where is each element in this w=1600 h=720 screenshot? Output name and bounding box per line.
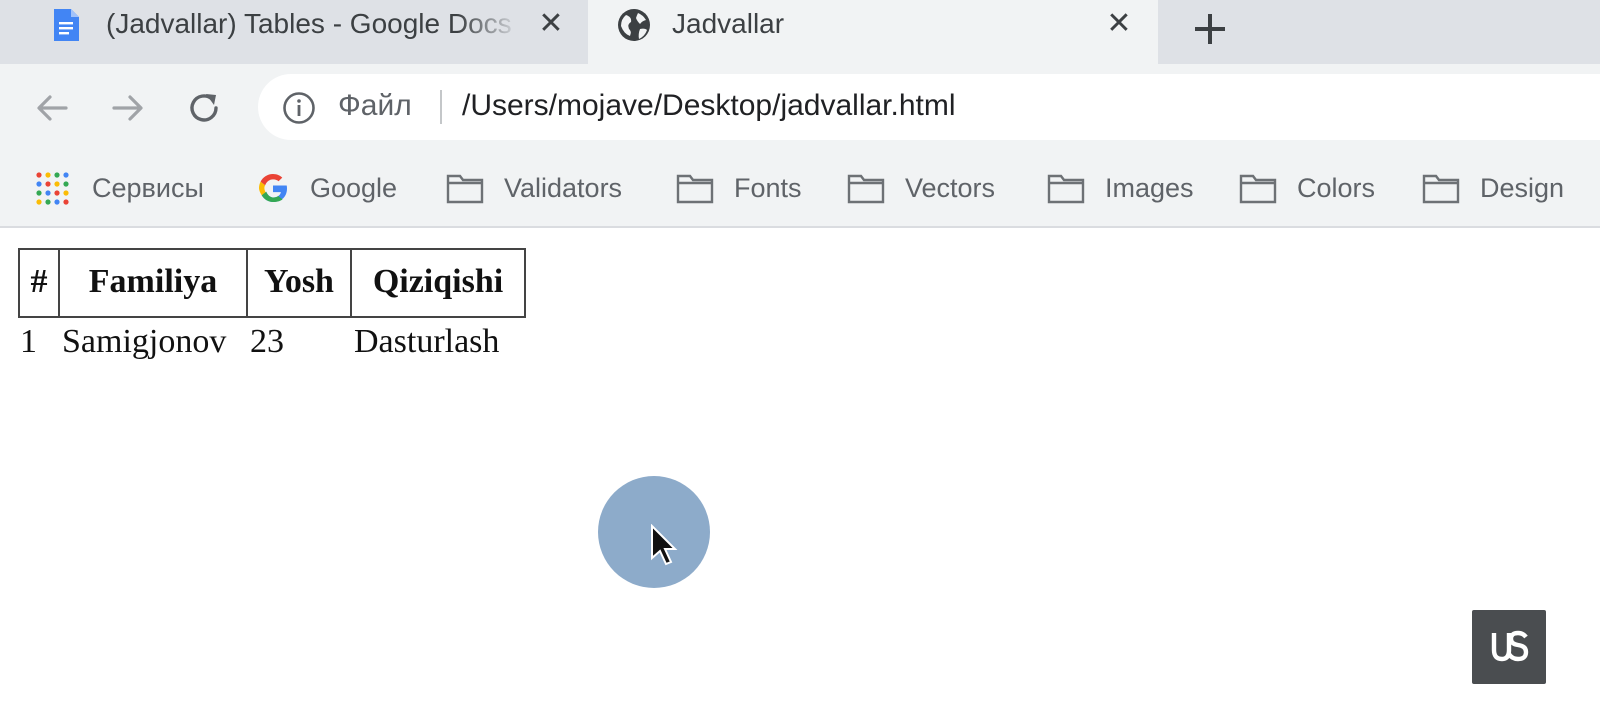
header-cell-qiziqishi: Qiziqishi — [352, 248, 526, 318]
url-text[interactable]: /Users/mojave/Desktop/jadvallar.html — [462, 88, 956, 124]
folder-icon — [847, 174, 885, 204]
bookmark-label: Сервисы — [92, 173, 204, 203]
google-docs-icon — [54, 9, 79, 41]
data-table: # Familiya Yosh Qiziqishi 1 Samigjonov 2… — [18, 248, 526, 366]
divider — [440, 90, 442, 124]
bookmark-folder-vectors[interactable]: Vectors — [847, 168, 995, 208]
bookmarks-bar: Сервисы Google Validators Fonts Vectors … — [0, 152, 1600, 228]
folder-icon — [446, 174, 484, 204]
us-logo-icon — [1491, 630, 1529, 662]
bookmark-label: Google — [310, 173, 398, 203]
table-cell: Samigjonov — [62, 323, 227, 360]
folder-icon — [1239, 174, 1277, 204]
watermark-logo — [1472, 610, 1546, 684]
page-viewport: # Familiya Yosh Qiziqishi 1 Samigjonov 2… — [0, 228, 1600, 720]
bookmark-label: Design — [1480, 173, 1565, 203]
folder-icon — [1047, 174, 1085, 204]
tab-google-docs[interactable]: (Jadvallar) Tables - Google Docs ✕ — [0, 0, 588, 64]
google-g-icon — [259, 174, 287, 202]
folder-icon — [1422, 174, 1460, 204]
file-scheme-label: Файл — [338, 89, 412, 122]
table-cell: Dasturlash — [354, 323, 500, 360]
bookmark-folder-fonts[interactable]: Fonts — [676, 168, 802, 208]
table-row: 1 Samigjonov 23 Dasturlash — [18, 318, 526, 366]
bookmark-services[interactable]: Сервисы — [34, 168, 204, 208]
apps-grid-icon — [36, 172, 69, 205]
plus-icon — [1195, 14, 1225, 44]
bookmark-label: Images — [1105, 173, 1194, 203]
tab-title: (Jadvallar) Tables - Google Docs — [106, 8, 512, 39]
globe-icon — [618, 9, 650, 41]
bookmark-label: Colors — [1297, 173, 1376, 203]
tab-jadvallar[interactable]: Jadvallar ✕ — [588, 0, 1158, 64]
address-bar[interactable]: Файл /Users/mojave/Desktop/jadvallar.htm… — [258, 74, 1600, 140]
tab-title: Jadvallar — [672, 8, 785, 39]
bookmark-label: Fonts — [734, 173, 802, 203]
bookmark-label: Validators — [504, 173, 623, 203]
bookmark-google[interactable]: Google — [256, 168, 397, 208]
bookmark-label: Vectors — [905, 173, 996, 203]
table-cell: 1 — [20, 323, 37, 360]
back-arrow-icon[interactable] — [30, 86, 74, 130]
forward-arrow-icon[interactable] — [106, 86, 150, 130]
close-icon[interactable]: ✕ — [1104, 9, 1134, 39]
header-cell-familiya: Familiya — [60, 248, 248, 318]
mouse-cursor-icon — [651, 524, 678, 566]
bookmark-folder-colors[interactable]: Colors — [1239, 168, 1375, 208]
tab-strip: (Jadvallar) Tables - Google Docs ✕ Jadva… — [0, 0, 1600, 64]
table-header-row: # Familiya Yosh Qiziqishi — [18, 248, 526, 318]
new-tab-button[interactable] — [1190, 6, 1230, 46]
bookmark-folder-validators[interactable]: Validators — [446, 168, 622, 208]
bookmark-folder-images[interactable]: Images — [1047, 168, 1194, 208]
table-cell: 23 — [250, 323, 284, 360]
close-icon[interactable]: ✕ — [536, 9, 566, 39]
header-cell-number: # — [18, 248, 60, 318]
info-icon[interactable] — [282, 91, 316, 125]
folder-icon — [676, 174, 714, 204]
browser-toolbar: Файл /Users/mojave/Desktop/jadvallar.htm… — [0, 64, 1600, 152]
reload-icon[interactable] — [182, 86, 226, 130]
header-cell-yosh: Yosh — [248, 248, 352, 318]
bookmark-folder-design[interactable]: Design — [1422, 168, 1564, 208]
